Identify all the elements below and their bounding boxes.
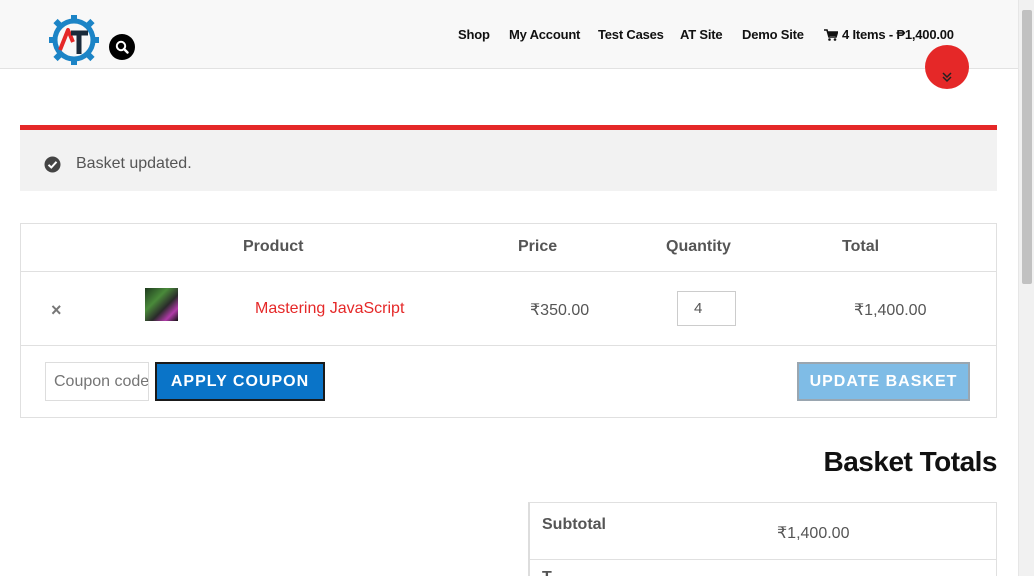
cart-summary: 4 Items - ₱1,400.00: [842, 27, 954, 42]
nav-at-site[interactable]: AT Site: [680, 27, 723, 42]
product-price: ₹350.00: [530, 302, 590, 319]
double-chevron-down-icon: [942, 72, 952, 83]
totals-table: Subtotal ₹1,400.00 T: [528, 502, 997, 576]
search-button[interactable]: [109, 34, 135, 60]
nav-cart[interactable]: 4 Items - ₱1,400.00: [824, 27, 954, 42]
header-quantity: Quantity: [666, 238, 731, 255]
update-basket-button[interactable]: UPDATE BASKET: [797, 362, 970, 401]
cart-table: Product Price Quantity Total × Mastering…: [20, 223, 997, 418]
basket-totals-title: Basket Totals: [823, 446, 998, 477]
product-total: ₹1,400.00: [854, 302, 927, 319]
nav-demo-site[interactable]: Demo Site: [742, 27, 804, 42]
row-divider: [21, 345, 996, 346]
notice-message: Basket updated.: [76, 155, 192, 172]
apply-coupon-button[interactable]: APPLY COUPON: [155, 362, 325, 401]
row-divider: [21, 271, 996, 272]
subtotal-value: ₹1,400.00: [777, 525, 850, 542]
nav-test-cases[interactable]: Test Cases: [598, 27, 664, 42]
nav-shop[interactable]: Shop: [458, 27, 490, 42]
product-thumbnail[interactable]: [145, 288, 178, 321]
search-icon: [115, 40, 129, 54]
header-product: Product: [243, 238, 304, 255]
gear-logo-icon[interactable]: [48, 14, 100, 66]
product-link[interactable]: Mastering JavaScript: [255, 300, 404, 318]
scroll-down-button[interactable]: [925, 45, 969, 89]
check-circle-icon: [44, 156, 61, 173]
row-divider: [530, 559, 997, 560]
site-header: Shop My Account Test Cases AT Site Demo …: [0, 0, 1018, 69]
header-total: Total: [842, 238, 880, 255]
subtotal-label: Subtotal: [542, 516, 606, 533]
basket-updated-notice: Basket updated.: [20, 125, 997, 191]
cart-icon: [824, 28, 838, 41]
coupon-input[interactable]: [45, 362, 149, 401]
quantity-input[interactable]: [677, 291, 736, 326]
header-price: Price: [518, 238, 558, 255]
remove-item-button[interactable]: ×: [51, 300, 62, 321]
page-scrollbar[interactable]: [1018, 0, 1034, 576]
scrollbar-thumb[interactable]: [1022, 10, 1032, 284]
total-label: T: [542, 569, 552, 576]
nav-my-account[interactable]: My Account: [509, 27, 580, 42]
